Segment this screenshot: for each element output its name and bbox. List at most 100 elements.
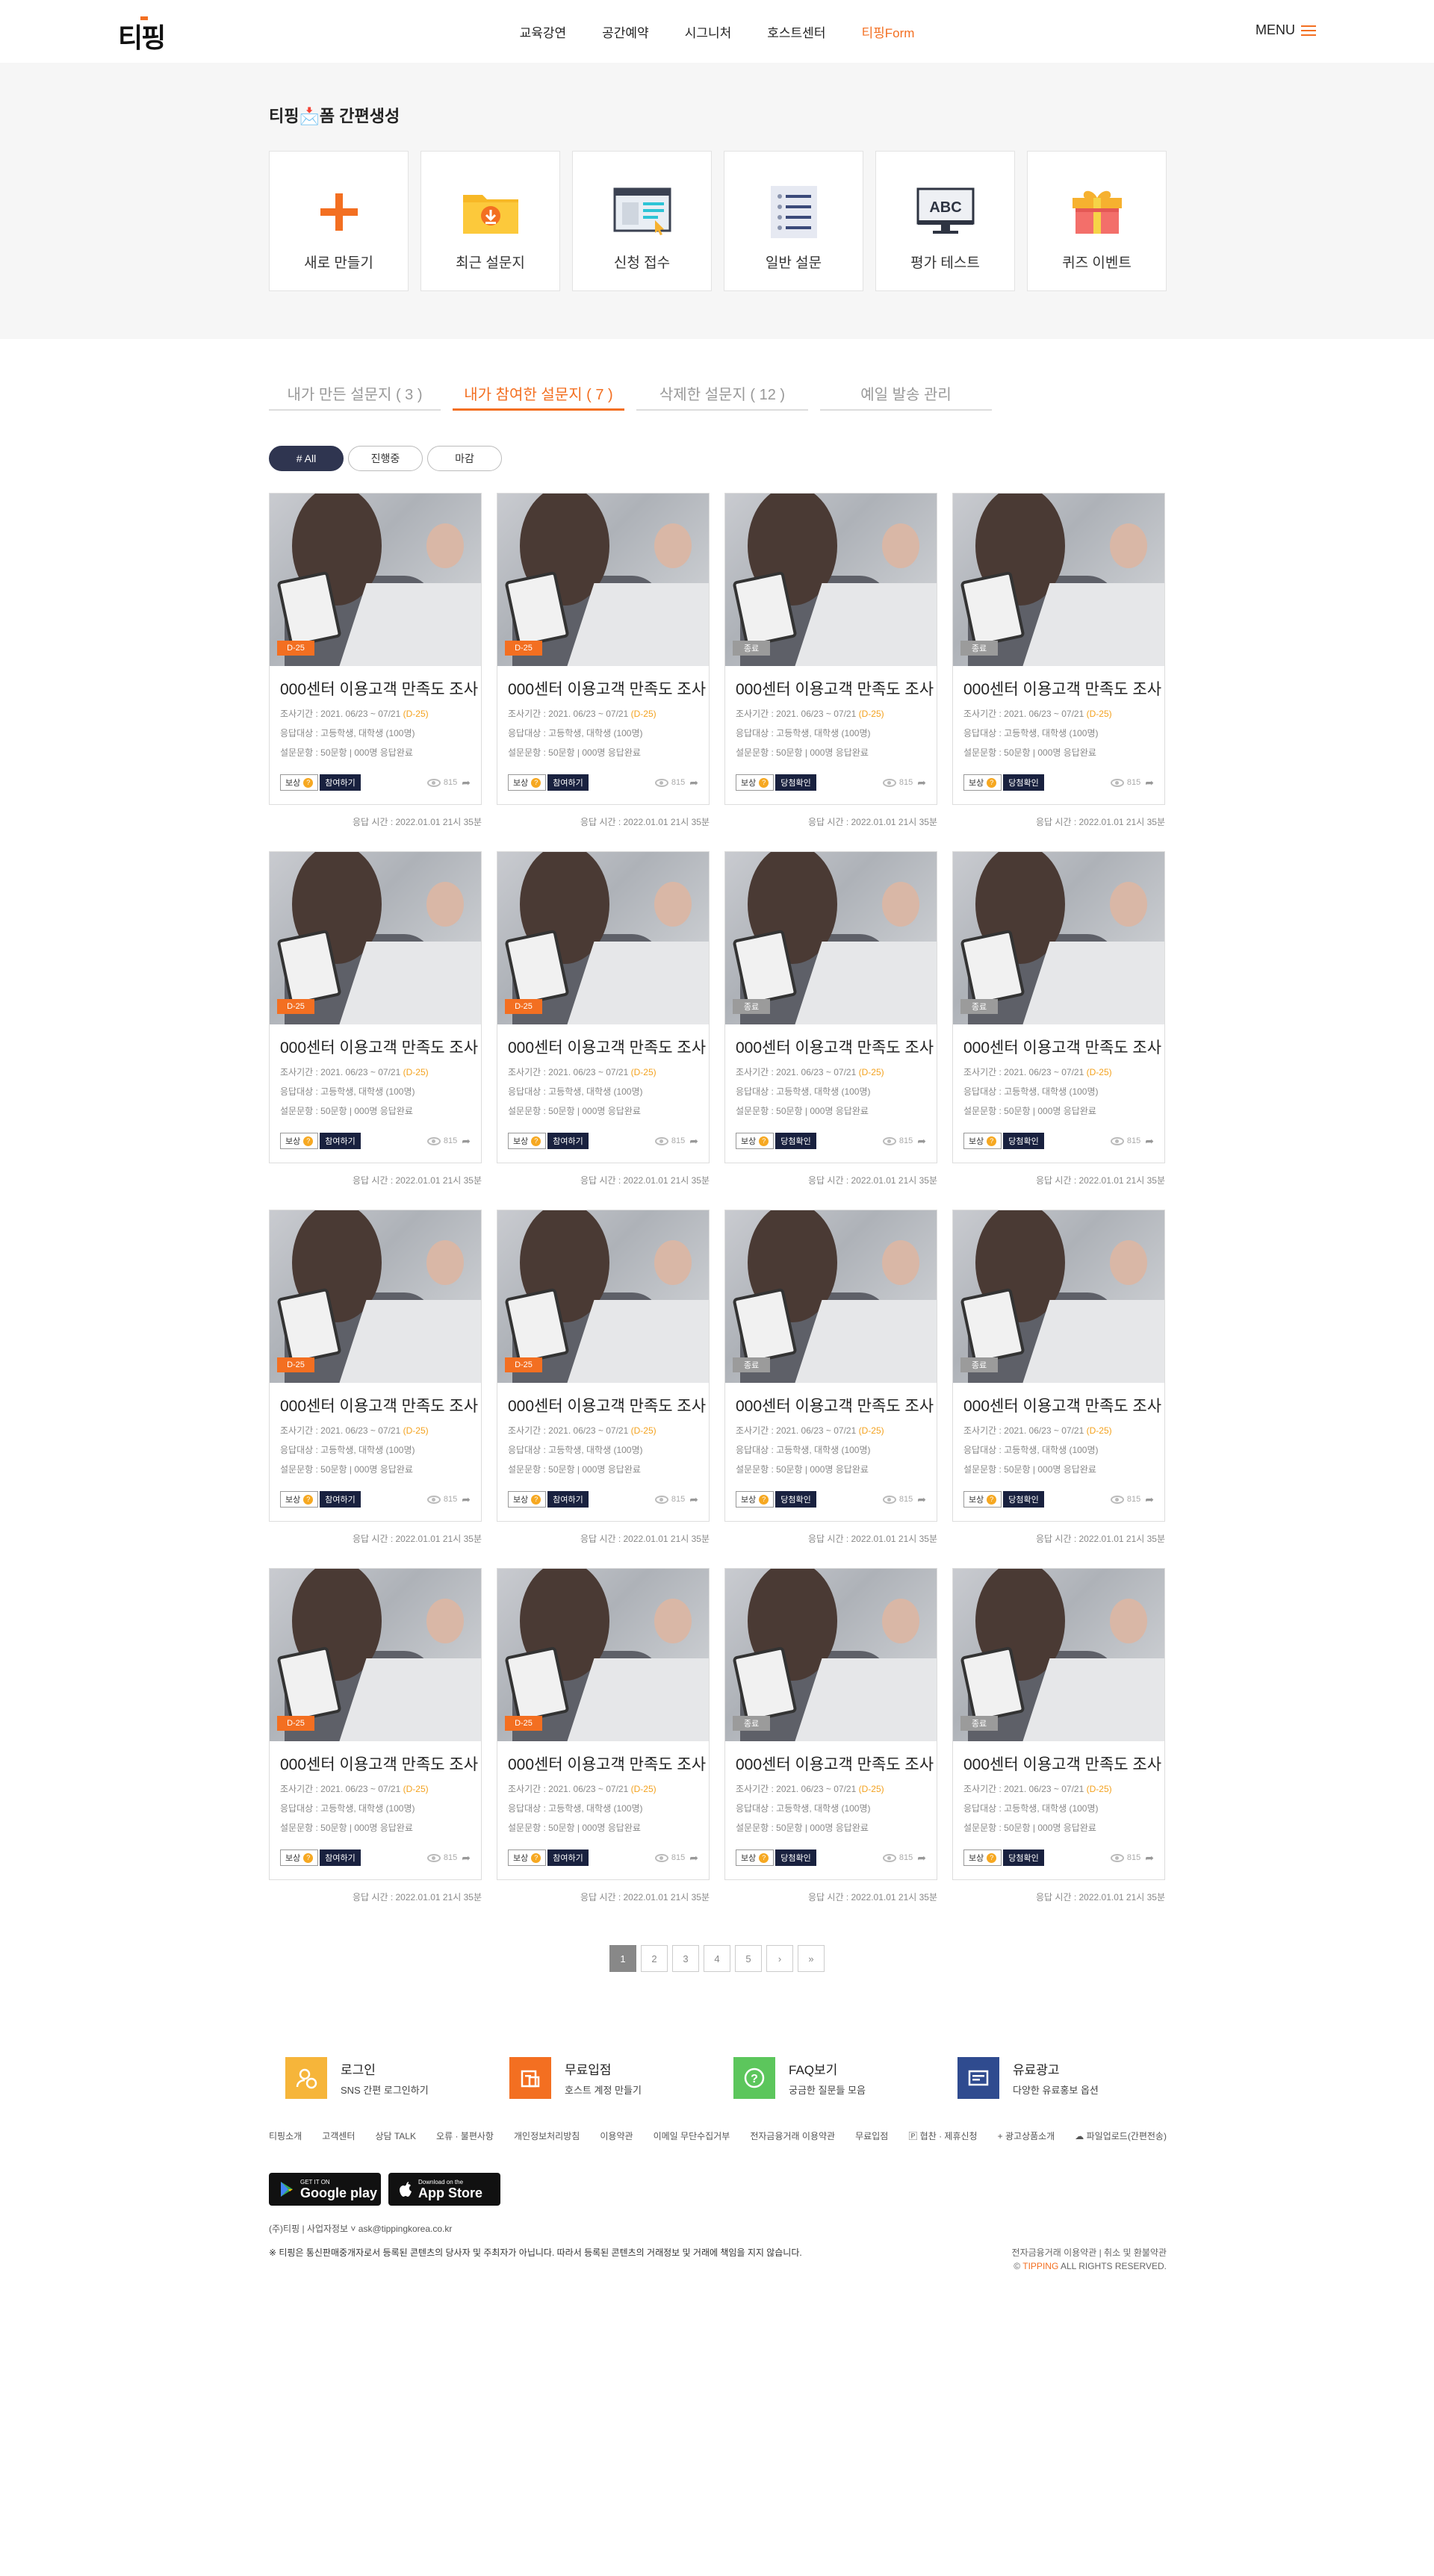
- reward-button[interactable]: 보상?: [963, 1849, 1002, 1866]
- share-icon[interactable]: ➦: [917, 1135, 926, 1148]
- survey-card[interactable]: 종료 000센터 이용고객 만족도 조사 조사기간 : 2021. 06/23 ~ …: [952, 1210, 1165, 1545]
- survey-thumbnail[interactable]: 종료: [725, 494, 937, 666]
- survey-card[interactable]: D-25 000센터 이용고객 만족도 조사 조사기간 : 2021. 06/23 …: [269, 1568, 482, 1903]
- card-action-button[interactable]: 당첨확인: [1003, 1849, 1044, 1866]
- reward-button[interactable]: 보상?: [508, 774, 547, 791]
- survey-thumbnail[interactable]: 종료: [953, 1210, 1164, 1383]
- survey-thumbnail[interactable]: D-25: [497, 1210, 709, 1383]
- app-store-button[interactable]: Download on the App Store: [388, 2173, 500, 2206]
- survey-thumbnail[interactable]: 종료: [725, 1210, 937, 1383]
- survey-title[interactable]: 000센터 이용고객 만족도 조사: [508, 677, 706, 700]
- survey-card[interactable]: D-25 000센터 이용고객 만족도 조사 조사기간 : 2021. 06/23 …: [497, 1210, 710, 1545]
- survey-card[interactable]: 종료 000센터 이용고객 만족도 조사 조사기간 : 2021. 06/23 ~ …: [952, 851, 1165, 1186]
- tab-deleted-surveys[interactable]: 삭제한 설문지 ( 12 ): [636, 379, 808, 411]
- page-4[interactable]: 4: [704, 1945, 730, 1972]
- survey-thumbnail[interactable]: D-25: [270, 1210, 481, 1383]
- survey-title[interactable]: 000센터 이용고객 만족도 조사: [963, 1394, 1161, 1416]
- gen-card-quiz[interactable]: 퀴즈 이벤트: [1027, 151, 1167, 291]
- share-icon[interactable]: ➦: [462, 1493, 471, 1506]
- survey-thumbnail[interactable]: 종료: [953, 852, 1164, 1024]
- card-action-button[interactable]: 당첨확인: [1003, 1133, 1044, 1149]
- share-icon[interactable]: ➦: [917, 777, 926, 789]
- footer-link-privacy[interactable]: 개인정보처리방침: [514, 2129, 580, 2142]
- share-icon[interactable]: ➦: [689, 1493, 698, 1506]
- reward-button[interactable]: 보상?: [736, 1133, 775, 1149]
- page-5[interactable]: 5: [735, 1945, 762, 1972]
- company-info[interactable]: (주)티핑 | 사업자정보 ˅ ask@tippingkorea.co.kr: [269, 2222, 452, 2235]
- nav-education[interactable]: 교육강연: [520, 22, 567, 41]
- card-action-button[interactable]: 당첨확인: [775, 774, 816, 791]
- footer-link-support[interactable]: 고객센터: [322, 2129, 355, 2142]
- reward-button[interactable]: 보상?: [280, 1849, 319, 1866]
- footer-link-talk[interactable]: 상담 TALK: [375, 2129, 416, 2142]
- card-action-button[interactable]: 참여하기: [320, 1133, 361, 1149]
- gen-card-survey[interactable]: 일반 설문: [724, 151, 863, 291]
- gen-card-new[interactable]: 새로 만들기: [269, 151, 409, 291]
- footer-link-email-policy[interactable]: 이메일 무단수집거부: [654, 2129, 730, 2142]
- card-action-button[interactable]: 참여하기: [547, 1491, 589, 1508]
- share-icon[interactable]: ➦: [689, 1852, 698, 1864]
- survey-title[interactable]: 000센터 이용고객 만족도 조사: [280, 1394, 478, 1416]
- survey-card[interactable]: D-25 000센터 이용고객 만족도 조사 조사기간 : 2021. 06/23 …: [497, 851, 710, 1186]
- nav-tipping-form[interactable]: 티핑Form: [861, 22, 914, 41]
- survey-title[interactable]: 000센터 이용고객 만족도 조사: [963, 1752, 1161, 1775]
- survey-card[interactable]: 종료 000센터 이용고객 만족도 조사 조사기간 : 2021. 06/23 ~ …: [724, 1568, 937, 1903]
- footer-link-partnership[interactable]: 🄿 협찬 · 제휴신청: [908, 2129, 977, 2142]
- survey-title[interactable]: 000센터 이용고객 만족도 조사: [508, 1752, 706, 1775]
- share-icon[interactable]: ➦: [917, 1493, 926, 1506]
- last-page-button[interactable]: »: [798, 1945, 825, 1972]
- next-page-button[interactable]: ›: [766, 1945, 793, 1972]
- reward-button[interactable]: 보상?: [963, 774, 1002, 791]
- survey-title[interactable]: 000센터 이용고객 만족도 조사: [508, 1036, 706, 1058]
- legal-links[interactable]: 전자금융거래 이용약관 | 취소 및 환불약관: [1012, 2246, 1167, 2259]
- footer-link-about[interactable]: 티핑소개: [269, 2129, 302, 2142]
- survey-thumbnail[interactable]: D-25: [497, 1569, 709, 1741]
- survey-title[interactable]: 000센터 이용고객 만족도 조사: [280, 1036, 478, 1058]
- survey-card[interactable]: D-25 000센터 이용고객 만족도 조사 조사기간 : 2021. 06/23 …: [497, 1568, 710, 1903]
- survey-title[interactable]: 000센터 이용고객 만족도 조사: [280, 677, 478, 700]
- reward-button[interactable]: 보상?: [280, 1491, 319, 1508]
- reward-button[interactable]: 보상?: [508, 1849, 547, 1866]
- share-icon[interactable]: ➦: [1145, 1852, 1154, 1864]
- card-action-button[interactable]: 참여하기: [547, 774, 589, 791]
- card-action-button[interactable]: 참여하기: [547, 1849, 589, 1866]
- card-action-button[interactable]: 참여하기: [320, 1491, 361, 1508]
- survey-thumbnail[interactable]: 종료: [725, 1569, 937, 1741]
- tab-my-surveys[interactable]: 내가 만든 설문지 ( 3 ): [269, 379, 441, 411]
- google-play-button[interactable]: GET IT ON Google play: [269, 2173, 381, 2206]
- card-action-button[interactable]: 당첨확인: [775, 1491, 816, 1508]
- survey-thumbnail[interactable]: 종료: [953, 494, 1164, 666]
- quick-link-paid-ads[interactable]: 유료광고 다양한 유료홍보 옵션: [957, 2057, 1182, 2099]
- footer-link-ad-products[interactable]: + 광고상품소개: [998, 2129, 1055, 2142]
- reward-button[interactable]: 보상?: [736, 1849, 775, 1866]
- survey-card[interactable]: D-25 000센터 이용고객 만족도 조사 조사기간 : 2021. 06/23 …: [269, 493, 482, 828]
- survey-thumbnail[interactable]: D-25: [270, 1569, 481, 1741]
- share-icon[interactable]: ➦: [1145, 1493, 1154, 1506]
- filter-closed[interactable]: 마감: [427, 446, 502, 471]
- reward-button[interactable]: 보상?: [736, 1491, 775, 1508]
- survey-card[interactable]: 종료 000센터 이용고객 만족도 조사 조사기간 : 2021. 06/23 ~ …: [952, 493, 1165, 828]
- survey-title[interactable]: 000센터 이용고객 만족도 조사: [280, 1752, 478, 1775]
- footer-link-efinance[interactable]: 전자금융거래 이용약관: [750, 2129, 835, 2142]
- nav-signature[interactable]: 시그니처: [685, 22, 732, 41]
- share-icon[interactable]: ➦: [1145, 1135, 1154, 1148]
- card-action-button[interactable]: 당첨확인: [1003, 1491, 1044, 1508]
- filter-in-progress[interactable]: 진행중: [348, 446, 423, 471]
- survey-card[interactable]: 종료 000센터 이용고객 만족도 조사 조사기간 : 2021. 06/23 ~ …: [724, 493, 937, 828]
- share-icon[interactable]: ➦: [689, 777, 698, 789]
- tab-participated-surveys[interactable]: 내가 참여한 설문지 ( 7 ): [453, 379, 624, 411]
- reward-button[interactable]: 보상?: [508, 1133, 547, 1149]
- nav-space[interactable]: 공간예약: [602, 22, 649, 41]
- reward-button[interactable]: 보상?: [280, 774, 319, 791]
- survey-title[interactable]: 000센터 이용고객 만족도 조사: [736, 1752, 934, 1775]
- survey-thumbnail[interactable]: D-25: [270, 852, 481, 1024]
- page-1[interactable]: 1: [609, 1945, 636, 1972]
- quick-link-free-entry[interactable]: 무료입점 호스트 계정 만들기: [509, 2057, 733, 2099]
- share-icon[interactable]: ➦: [1145, 777, 1154, 789]
- card-action-button[interactable]: 당첨확인: [1003, 774, 1044, 791]
- survey-thumbnail[interactable]: 종료: [953, 1569, 1164, 1741]
- menu-button[interactable]: MENU: [1255, 22, 1316, 38]
- reward-button[interactable]: 보상?: [963, 1133, 1002, 1149]
- filter-all[interactable]: # All: [269, 446, 344, 471]
- survey-title[interactable]: 000센터 이용고객 만족도 조사: [508, 1394, 706, 1416]
